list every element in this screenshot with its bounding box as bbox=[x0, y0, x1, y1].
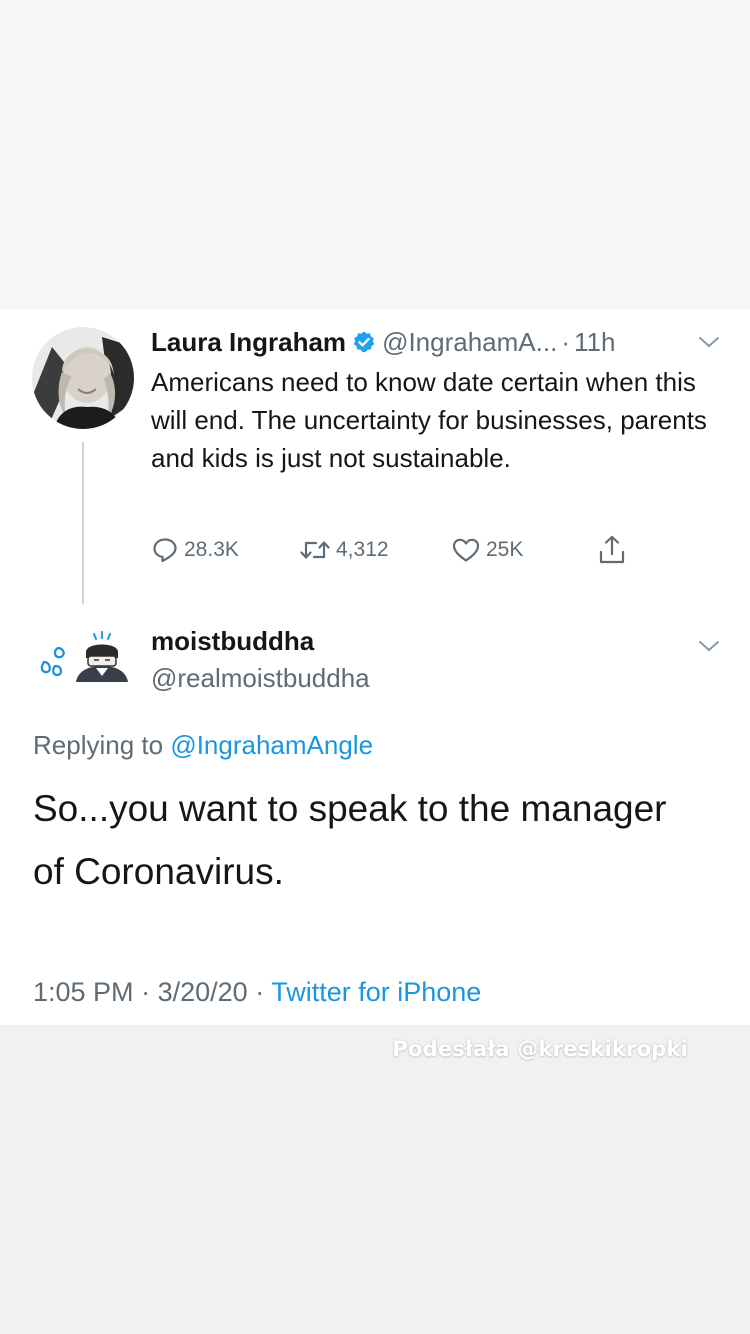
meta-separator: · bbox=[255, 977, 265, 1007]
avatar-laura-ingraham[interactable] bbox=[32, 327, 134, 429]
parent-author-handle[interactable]: @IngrahamA... bbox=[382, 327, 557, 358]
chevron-down-icon[interactable] bbox=[697, 636, 721, 656]
meta-separator: · bbox=[141, 977, 151, 1007]
top-blank-area bbox=[0, 0, 750, 310]
emoji-avatar bbox=[40, 630, 128, 682]
parent-tweet-text: Americans need to know date certain when… bbox=[151, 367, 707, 473]
share-icon bbox=[599, 535, 625, 564]
reply-author-handle[interactable]: @realmoistbuddha bbox=[151, 660, 370, 696]
thread-connector-line bbox=[82, 442, 84, 604]
avatar-photo bbox=[32, 327, 134, 429]
chevron-down-icon[interactable] bbox=[697, 332, 721, 352]
reply-tweet-text: So...you want to speak to the manager of… bbox=[33, 788, 667, 892]
tweet-date: 3/20/20 bbox=[157, 977, 248, 1007]
replying-to-mention[interactable]: @IngrahamAngle bbox=[170, 730, 373, 760]
watermark-credit: Podesłała @kreskikropki bbox=[392, 1037, 688, 1061]
verified-badge-icon bbox=[353, 331, 375, 353]
header-separator: · bbox=[561, 326, 570, 357]
share-button[interactable] bbox=[597, 532, 627, 568]
sweat-droplets-emoji-icon bbox=[40, 646, 65, 677]
reply-icon bbox=[153, 538, 177, 563]
like-count: 25K bbox=[486, 538, 524, 561]
like-button[interactable]: 25K bbox=[451, 532, 523, 568]
parent-author-name[interactable]: Laura Ingraham bbox=[151, 327, 346, 358]
parent-tweet-header: Laura Ingraham @IngrahamA... · 11h bbox=[151, 324, 615, 360]
tweet-metadata: 1:05 PM · 3/20/20 · Twitter for iPhone bbox=[33, 973, 481, 1011]
tweet-time: 1:05 PM bbox=[33, 977, 134, 1007]
heart-icon bbox=[452, 538, 480, 562]
replying-to-label: Replying to bbox=[33, 730, 164, 760]
bottom-blank-area bbox=[0, 1025, 750, 1334]
retweet-count: 4,312 bbox=[336, 538, 389, 561]
replying-to-line: Replying to @IngrahamAngle bbox=[33, 727, 373, 763]
reply-count: 28.3K bbox=[184, 538, 239, 561]
reply-button[interactable]: 28.3K bbox=[151, 532, 239, 568]
tweet-actions-bar: 28.3K 4,312 25K bbox=[151, 532, 651, 568]
person-bowing-emoji-icon bbox=[76, 630, 128, 682]
reply-author-name[interactable]: moistbuddha bbox=[151, 623, 314, 659]
parent-tweet-time[interactable]: 11h bbox=[574, 327, 615, 358]
avatar-moistbuddha[interactable] bbox=[36, 630, 132, 684]
retweet-button[interactable]: 4,312 bbox=[299, 532, 389, 568]
retweet-icon bbox=[300, 541, 330, 559]
tweet-source-link[interactable]: Twitter for iPhone bbox=[271, 977, 481, 1007]
